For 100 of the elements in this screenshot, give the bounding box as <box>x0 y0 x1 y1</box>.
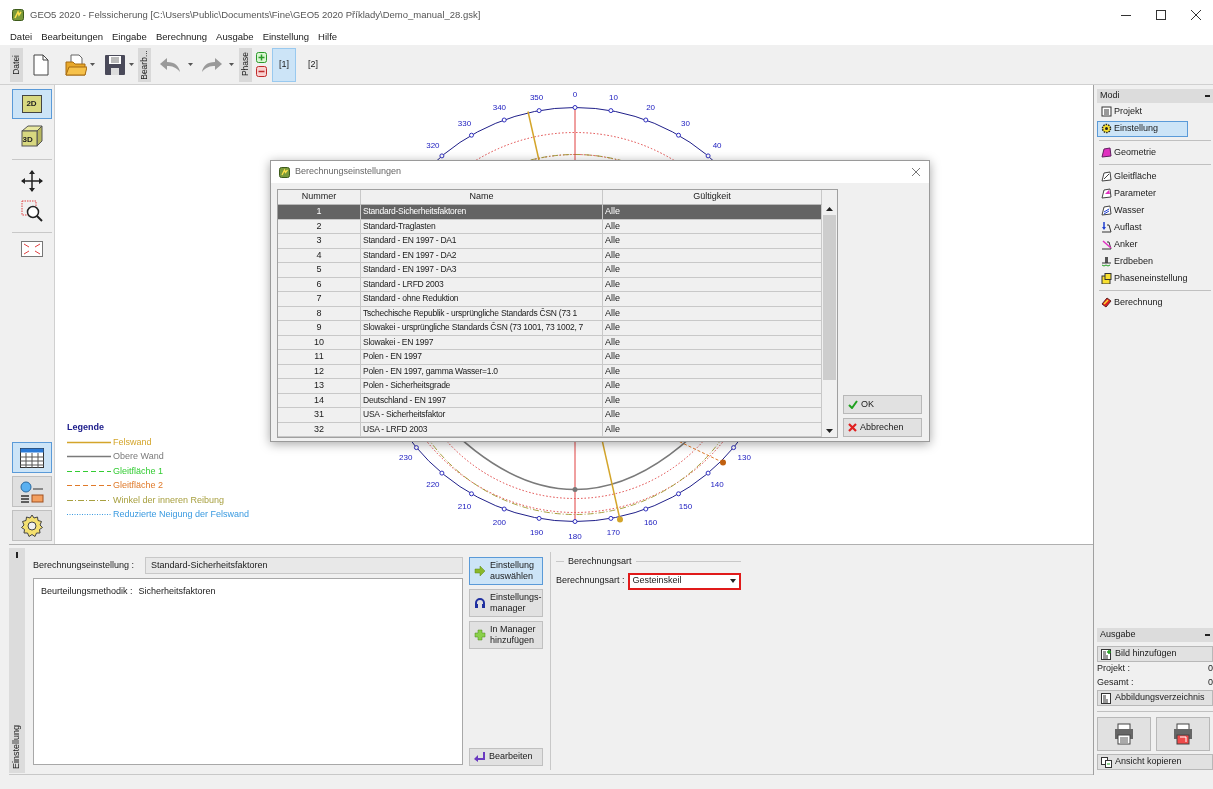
table-cell: 32 <box>278 422 361 436</box>
legend-icon <box>19 480 44 503</box>
table-cell: Standard - EN 1997 - DA1 <box>361 234 603 248</box>
add-picture-button[interactable]: Bild hinzufügen <box>1097 646 1213 662</box>
table-row[interactable]: 7 Standard - ohne Reduktion Alle <box>278 292 823 307</box>
mode-item[interactable]: Erdbeben <box>1097 253 1213 270</box>
mode-item[interactable]: Gleitfläche <box>1097 168 1213 185</box>
action-button[interactable]: In Manager hinzufügen <box>469 621 543 649</box>
gear-icon <box>19 513 44 538</box>
table-row[interactable]: 3 Standard - EN 1997 - DA1 Alle <box>278 234 823 249</box>
mode-item[interactable]: Auflast <box>1097 219 1213 236</box>
plus-icon <box>474 629 486 641</box>
view-mode-button[interactable]: 3D <box>11 121 52 151</box>
table-row[interactable]: 31 USA - Sicherheitsfaktor Alle <box>278 408 823 423</box>
cross-icon <box>848 423 857 432</box>
scroll-down-icon[interactable] <box>826 429 833 433</box>
mode-item[interactable]: Phaseneinstellung <box>1097 270 1213 287</box>
scrollbar[interactable] <box>822 190 837 437</box>
degree-label: 160 <box>643 518 658 528</box>
mode-item[interactable]: Parameter <box>1097 185 1213 202</box>
open-folder-icon[interactable] <box>65 53 87 76</box>
field-label: Berechnungsart : <box>556 574 625 588</box>
dialog-button[interactable]: Abbrechen <box>843 418 922 437</box>
menu-item[interactable]: Ausgabe <box>216 30 254 45</box>
action-button[interactable]: Einstellung auswählen <box>469 557 543 585</box>
panel-toggle-button[interactable] <box>11 510 52 541</box>
fit-view-icon[interactable] <box>20 241 43 257</box>
anchor-line-icon <box>1101 239 1112 250</box>
window-title: GEO5 2020 - Felssicherung [C:\Users\Public\Documents\Fine\GEO5 2020 Příklady\Demo_manual_28.gsk] <box>30 7 481 22</box>
table-cell: Standard - EN 1997 - DA3 <box>361 263 603 277</box>
legend-title: Legende <box>67 421 105 434</box>
phase-tab[interactable]: [2] <box>301 47 326 82</box>
table-row[interactable]: 5 Standard - EN 1997 - DA3 Alle <box>278 263 823 278</box>
copy-icon <box>1101 756 1112 768</box>
figure-list-button[interactable]: Abbildungsverzeichnis <box>1097 690 1213 706</box>
scroll-up-icon[interactable] <box>826 207 833 211</box>
column-header[interactable]: Name <box>361 190 603 204</box>
table-row[interactable]: 9 Slowakei - ursprüngliche Standards ČSN (73 1001, 73 1002, 7 Alle <box>278 321 823 336</box>
caret-icon[interactable] <box>129 63 134 66</box>
table-cell: Standard - ohne Reduktion <box>361 292 603 306</box>
edit-button[interactable]: Bearbeiten <box>469 748 543 766</box>
menu-item[interactable]: Einstellung <box>262 30 310 45</box>
degree-label: 180 <box>568 531 582 541</box>
mode-item[interactable]: Geometrie <box>1097 144 1213 161</box>
mode-item[interactable]: Berechnung <box>1097 294 1213 311</box>
mode-item[interactable]: Anker <box>1097 236 1213 253</box>
add-phase-icon[interactable] <box>256 52 267 63</box>
printer-icon[interactable] <box>1097 717 1151 751</box>
document-list-icon <box>1101 692 1112 704</box>
caret-icon[interactable] <box>229 63 234 66</box>
table-cell: Tschechische Republik - ursprüngliche Standards ČSN (73 1 <box>361 306 603 320</box>
degree-label: 140 <box>710 479 724 489</box>
menu-item[interactable]: Hilfe <box>318 30 338 45</box>
table-cell: 31 <box>278 408 361 422</box>
printer-preview-icon[interactable] <box>1156 717 1210 751</box>
zoom-area-icon[interactable] <box>20 200 43 222</box>
panel-toggle-button[interactable] <box>11 476 52 507</box>
view-mode-button[interactable]: 2D <box>11 89 52 119</box>
table-cell: 2 <box>278 219 361 233</box>
new-file-icon[interactable] <box>33 53 49 76</box>
group-title: Berechnungsart <box>568 555 632 568</box>
column-header[interactable]: Nummer <box>278 190 361 204</box>
side-tab[interactable]: Einstellung <box>9 548 25 773</box>
count-value: 0 <box>1208 662 1213 676</box>
mode-item[interactable]: Einstellung <box>1097 120 1188 137</box>
action-button[interactable]: Einstellungs- manager <box>469 589 543 617</box>
menu-item[interactable]: Bearbeitungen <box>41 30 103 45</box>
menu-item[interactable]: Datei <box>10 30 33 45</box>
table-row[interactable]: 13 Polen - Sicherheitsgrade Alle <box>278 379 823 394</box>
table-cell: Deutschland - EN 1997 <box>361 393 603 407</box>
table-row[interactable]: 11 Polen - EN 1997 Alle <box>278 350 823 365</box>
caret-icon[interactable] <box>188 63 193 66</box>
copy-view-button[interactable]: Ansicht kopieren <box>1097 754 1213 770</box>
panel-toggle-button[interactable] <box>11 442 52 473</box>
table-cell: 6 <box>278 277 361 291</box>
calculation-type-dropdown[interactable]: Gesteinskeil <box>627 572 741 590</box>
menu-item[interactable]: Berechnung <box>155 30 208 45</box>
detail-value: Sicherheitsfaktoren <box>138 585 216 598</box>
phase-tab[interactable]: [1] <box>272 47 296 82</box>
degree-label: 30 <box>681 119 690 129</box>
toolbar-group-label: Phase <box>239 47 252 82</box>
table-row[interactable]: 1 Standard-Sicherheitsfaktoren Alle <box>278 205 823 220</box>
table-cell: Polen - EN 1997 <box>361 350 603 364</box>
menu-item[interactable]: Eingabe <box>112 30 147 45</box>
dialog-button[interactable]: OK <box>843 395 922 414</box>
degree-label: 210 <box>457 501 472 511</box>
table-cell: 1 <box>278 205 361 219</box>
remove-phase-icon[interactable] <box>256 66 267 77</box>
table-cell: 10 <box>278 335 361 349</box>
degree-label: 20 <box>646 102 656 112</box>
maximize-icon[interactable] <box>1156 10 1166 20</box>
mode-item[interactable]: Wasser <box>1097 202 1213 219</box>
close-icon[interactable] <box>1191 10 1201 20</box>
wedge-icon <box>1101 188 1112 199</box>
table-cell: 11 <box>278 350 361 364</box>
move-arrows-icon[interactable] <box>20 170 43 192</box>
table-cell: 3 <box>278 234 361 248</box>
table-cell: Standard - EN 1997 - DA2 <box>361 248 603 262</box>
mode-item[interactable]: Projekt <box>1097 103 1213 120</box>
caret-icon[interactable] <box>90 63 95 66</box>
